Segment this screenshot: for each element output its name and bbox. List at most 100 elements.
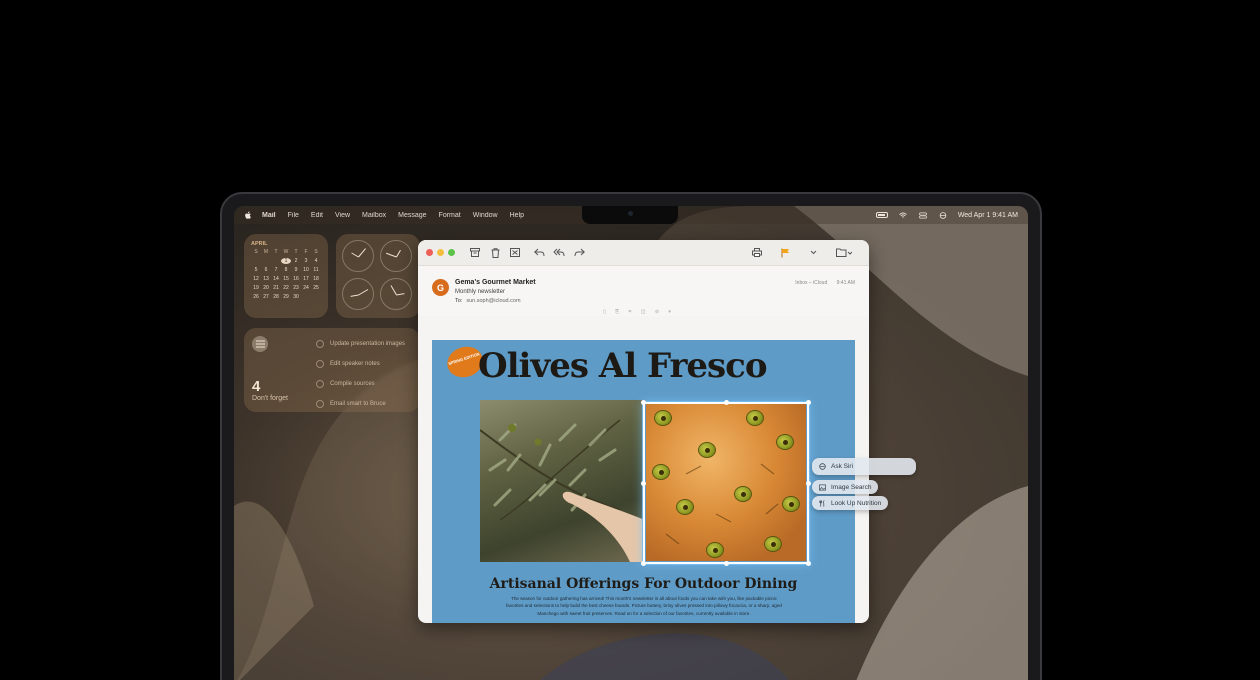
- reminder-checkbox[interactable]: [316, 380, 324, 388]
- selection-handle[interactable]: [724, 561, 729, 566]
- image-icon: [819, 484, 826, 490]
- calendar-day: 7: [274, 267, 278, 273]
- weekday-label: T: [294, 249, 298, 255]
- mail-window: G Gema's Gourmet Market Monthly newslett…: [418, 240, 869, 623]
- message-time: 9:41 AM: [836, 280, 855, 286]
- calendar-day: 28: [273, 294, 279, 300]
- reminder-checkbox[interactable]: [316, 340, 324, 348]
- reminder-checkbox[interactable]: [316, 400, 324, 408]
- weekday-label: M: [263, 249, 269, 255]
- calendar-day: [311, 294, 321, 300]
- apple-logo-icon[interactable]: [244, 211, 252, 220]
- weekday-label: T: [274, 249, 278, 255]
- selection-handle[interactable]: [724, 400, 729, 405]
- calendar-day: [251, 258, 261, 264]
- image-search-button[interactable]: Image Search: [812, 480, 879, 494]
- battery-icon[interactable]: [875, 212, 888, 218]
- menu-mail[interactable]: Mail: [262, 212, 276, 219]
- calendar-grid: S M T W T F S 1 2 3 4 5 6 7 8 9 10 11 12 13 14 15 16 17 18 19 20 21…: [251, 249, 321, 300]
- weekday-label: W: [283, 249, 289, 255]
- menu-view[interactable]: View: [335, 212, 350, 219]
- image-selection-frame[interactable]: [641, 400, 811, 566]
- calendar-day: 12: [253, 276, 259, 282]
- junk-icon[interactable]: [509, 247, 521, 259]
- menu-help[interactable]: Help: [510, 212, 524, 219]
- menu-message[interactable]: Message: [398, 212, 426, 219]
- clock-face: [380, 240, 412, 272]
- world-clock-widget[interactable]: [336, 234, 420, 318]
- olive-branch-photo[interactable]: [480, 400, 645, 562]
- calendar-day: 5: [254, 267, 258, 273]
- reply-icon[interactable]: [533, 247, 545, 259]
- selection-handle[interactable]: [806, 400, 811, 405]
- selection-handle[interactable]: [806, 561, 811, 566]
- calendar-day: 13: [263, 276, 269, 282]
- to-label: To:: [455, 298, 463, 304]
- calendar-day: 6: [264, 267, 268, 273]
- menu-format[interactable]: Format: [439, 212, 461, 219]
- ask-siri-label: Ask Siri: [831, 463, 854, 470]
- newsletter-subhead: Artisanal Offerings For Outdoor Dining: [489, 576, 798, 592]
- print-icon[interactable]: [751, 247, 763, 259]
- reminders-list: Update presentation images Edit speaker …: [316, 334, 418, 414]
- flag-icon[interactable]: [779, 247, 791, 259]
- desktop-scene: Mail File Edit View Mailbox Message Form…: [0, 0, 1260, 680]
- calendar-day: 16: [293, 276, 299, 282]
- menu-window[interactable]: Window: [473, 212, 498, 219]
- reminder-item[interactable]: Update presentation images: [316, 334, 418, 354]
- toolbar-right: [751, 247, 861, 259]
- menu-edit[interactable]: Edit: [311, 212, 323, 219]
- calendar-day: 27: [263, 294, 269, 300]
- sender-avatar: G: [432, 279, 449, 296]
- reminder-item[interactable]: Compile sources: [316, 374, 418, 394]
- calendar-widget[interactable]: APRIL S M T W T F S 1 2 3 4 5 6 7 8 9 10 11 12 13 14 15 16 17 18…: [244, 234, 328, 318]
- selection-handle[interactable]: [806, 481, 811, 486]
- reminder-text: Compile sources: [330, 381, 375, 387]
- menu-datetime[interactable]: Wed Apr 1 9:41 AM: [958, 212, 1018, 219]
- sender-name[interactable]: Gema's Gourmet Market: [455, 279, 536, 286]
- ask-siri-button[interactable]: Ask Siri: [812, 458, 916, 475]
- newsletter-paragraph: The season for outdoor gathering has arr…: [506, 596, 782, 616]
- look-up-nutrition-button[interactable]: Look Up Nutrition: [812, 496, 889, 510]
- menu-file[interactable]: File: [288, 212, 299, 219]
- recipient-line: To: sun.soph@icloud.com: [455, 298, 521, 304]
- message-header: G Gema's Gourmet Market Monthly newslett…: [418, 266, 869, 316]
- archive-icon[interactable]: [469, 247, 481, 259]
- control-center-icon[interactable]: [918, 212, 928, 219]
- mailbox-label[interactable]: Inbox – iCloud: [795, 280, 827, 286]
- reply-all-icon[interactable]: [553, 247, 565, 259]
- image-search-label: Image Search: [831, 483, 872, 491]
- reminder-item[interactable]: Edit speaker notes: [316, 354, 418, 374]
- calendar-day: 30: [293, 294, 299, 300]
- calendar-day: [271, 258, 281, 264]
- siri-icon[interactable]: [938, 211, 948, 219]
- move-to-folder-icon[interactable]: [835, 247, 853, 259]
- selection-handle[interactable]: [641, 400, 646, 405]
- reminder-item[interactable]: Email smart to Bruce: [316, 394, 418, 414]
- selection-handle[interactable]: [641, 481, 646, 486]
- menu-mailbox[interactable]: Mailbox: [362, 212, 386, 219]
- wifi-icon[interactable]: [898, 211, 908, 219]
- reminder-text: Email smart to Bruce: [330, 401, 386, 407]
- calendar-day: 11: [313, 267, 319, 273]
- reminders-widget[interactable]: 4 Don't forget Update presentation image…: [244, 328, 420, 412]
- reminder-checkbox[interactable]: [316, 360, 324, 368]
- calendar-day: 26: [253, 294, 259, 300]
- minimize-window-button[interactable]: [437, 249, 444, 256]
- calendar-day: 3: [304, 258, 308, 264]
- trash-icon[interactable]: [489, 247, 501, 259]
- calendar-day: 29: [283, 294, 289, 300]
- formatting-bar: ▯ ⎘ ⌗ ◫ ⊘ ▾: [603, 309, 675, 315]
- calendar-day: 24: [303, 285, 309, 291]
- zoom-window-button[interactable]: [448, 249, 455, 256]
- calendar-day: 17: [303, 276, 309, 282]
- recipient-address[interactable]: sun.soph@icloud.com: [466, 298, 520, 304]
- selection-handle[interactable]: [641, 561, 646, 566]
- close-window-button[interactable]: [426, 249, 433, 256]
- chevron-down-icon[interactable]: [807, 247, 819, 259]
- mail-toolbar: [418, 240, 869, 266]
- forward-icon[interactable]: [573, 247, 585, 259]
- screen: Mail File Edit View Mailbox Message Form…: [234, 206, 1028, 680]
- calendar-day: [301, 294, 311, 300]
- calendar-day: 22: [283, 285, 289, 291]
